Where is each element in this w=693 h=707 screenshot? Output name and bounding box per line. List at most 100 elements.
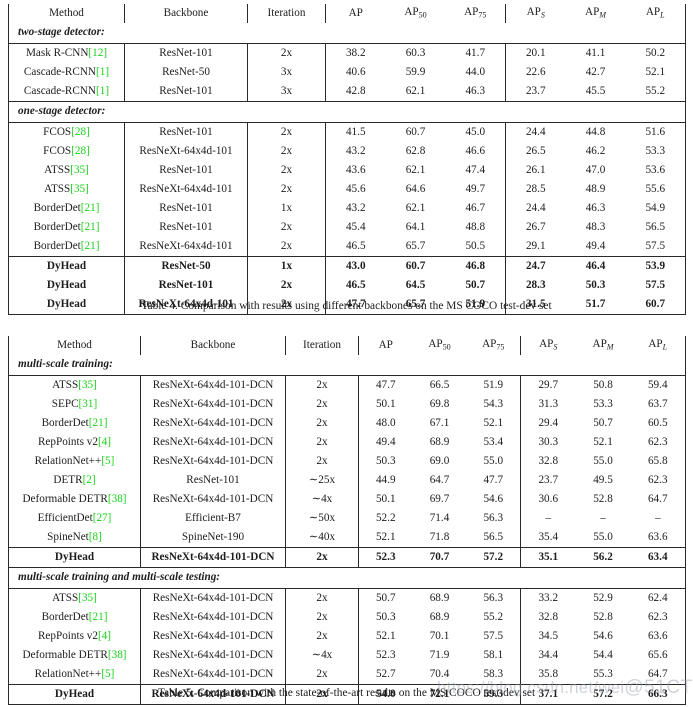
cell-method: SEPC[31] bbox=[8, 395, 141, 414]
cell-ap75: 55.2 bbox=[466, 608, 521, 627]
citation-ref[interactable]: [31] bbox=[79, 398, 98, 410]
citation-ref[interactable]: [27] bbox=[93, 512, 112, 524]
cell-method: BorderDet[21] bbox=[8, 414, 141, 433]
citation-ref[interactable]: [1] bbox=[96, 85, 109, 97]
cell-backbone: ResNeXt-64x4d-101-DCN bbox=[140, 375, 286, 395]
cell-aps: 20.1 bbox=[525, 46, 546, 59]
cell-method: SpineNet[8] bbox=[8, 528, 141, 548]
cell-method: DyHead bbox=[8, 548, 141, 568]
cell-backbone: ResNeXt-64x4d-101 bbox=[124, 237, 248, 257]
cell-iteration: ∼50x bbox=[285, 509, 359, 528]
cell-apm: 55.3 bbox=[593, 667, 613, 680]
cell-ap: 43.6 bbox=[345, 163, 366, 176]
cell-iteration: 2x bbox=[285, 588, 359, 608]
citation-ref[interactable]: [2] bbox=[83, 474, 96, 486]
citation-ref[interactable]: [28] bbox=[71, 145, 90, 157]
cell-apm: 44.8 bbox=[585, 125, 606, 138]
cell-backbone: ResNeXt-64x4d-101-DCN bbox=[140, 433, 286, 452]
citation-ref[interactable]: [5] bbox=[101, 455, 114, 467]
cell-backbone: ResNeXt-64x4d-101-DCN bbox=[140, 414, 286, 433]
citation-ref[interactable]: [4] bbox=[98, 630, 111, 642]
cell-aps: 29.1 bbox=[525, 239, 546, 252]
column-header-ap75: AP75 bbox=[445, 4, 506, 23]
cell-ap: 43.2 bbox=[345, 201, 366, 214]
cell-method: BorderDet[21] bbox=[8, 218, 125, 237]
column-header-backbone: Backbone bbox=[124, 4, 248, 23]
table-row: ATSS[35] ResNeXt-64x4d-101 2x 45.6 64.6 49.7 2… bbox=[8, 180, 686, 199]
cell-iteration: 1x bbox=[247, 199, 326, 218]
cell-apm: 50.3 bbox=[585, 278, 606, 291]
table-row: RepPoints v2[4] ResNeXt-64x4d-101-DCN 2x 52… bbox=[8, 627, 686, 646]
cell-apm: 55.0 bbox=[593, 530, 613, 543]
cell-ap: 43.0 bbox=[345, 259, 366, 272]
citation-ref[interactable]: [38] bbox=[108, 649, 127, 661]
cell-apm: 49.5 bbox=[593, 473, 613, 486]
column-header-backbone: Backbone bbox=[140, 336, 286, 355]
cell-ap75: 46.8 bbox=[445, 257, 506, 276]
citation-ref[interactable]: [38] bbox=[108, 493, 127, 505]
cell-aps: 33.2 bbox=[538, 591, 559, 604]
column-header-iteration: Iteration bbox=[247, 4, 326, 23]
cell-ap75: 50.5 bbox=[445, 237, 506, 257]
paper-page: Method Backbone Iteration AP AP50 AP75 APS APM A… bbox=[0, 0, 693, 707]
citation-ref[interactable]: [35] bbox=[78, 379, 97, 391]
citation-ref[interactable]: [1] bbox=[96, 66, 109, 78]
cell-ap75: 55.0 bbox=[466, 452, 521, 471]
citation-ref[interactable]: [35] bbox=[70, 164, 89, 176]
cell-method: ATSS[35] bbox=[8, 375, 141, 395]
citation-ref[interactable]: [35] bbox=[78, 592, 97, 604]
citation-ref[interactable]: [12] bbox=[88, 47, 107, 59]
cell-apl: 53.6 bbox=[645, 163, 666, 176]
cell-backbone: ResNeXt-64x4d-101 bbox=[124, 180, 248, 199]
cell-aps: 24.4 bbox=[525, 125, 546, 138]
cell-iteration: 2x bbox=[247, 276, 326, 295]
citation-ref[interactable]: [4] bbox=[98, 436, 111, 448]
group-header-row: multi-scale training: bbox=[8, 355, 686, 376]
citation-ref[interactable]: [21] bbox=[89, 417, 108, 429]
cell-apl: 54.9 bbox=[645, 201, 666, 214]
citation-ref[interactable]: [21] bbox=[89, 611, 108, 623]
cell-ap50: 67.1 bbox=[429, 416, 450, 429]
group-title: multi-scale training and multi-scale tes… bbox=[8, 567, 686, 589]
column-header-ap50: AP50 bbox=[404, 6, 427, 20]
cell-backbone: ResNet-101 bbox=[124, 199, 248, 218]
citation-ref[interactable]: [21] bbox=[81, 240, 100, 252]
table-row: Cascade-RCNN[1] ResNet-50 3x 40.6 59.9 44.0 22… bbox=[8, 63, 686, 82]
cell-apl: 62.4 bbox=[647, 591, 668, 604]
citation-ref[interactable]: [5] bbox=[101, 668, 114, 680]
cell-backbone: ResNet-101 bbox=[124, 82, 248, 102]
cell-ap75: 57.2 bbox=[466, 548, 521, 568]
cell-apm: 49.4 bbox=[585, 239, 606, 252]
cell-apm: 41.1 bbox=[585, 46, 606, 59]
cell-ap75: 51.9 bbox=[466, 375, 521, 395]
cell-ap50: 64.6 bbox=[405, 182, 426, 195]
cell-aps: 31.3 bbox=[538, 397, 559, 410]
cell-ap75: 45.0 bbox=[445, 122, 506, 142]
cell-ap75: 46.6 bbox=[445, 142, 506, 161]
cell-aps: 34.4 bbox=[538, 648, 559, 661]
citation-ref[interactable]: [21] bbox=[81, 202, 100, 214]
citation-ref[interactable]: [35] bbox=[70, 183, 89, 195]
cell-ap50: 70.1 bbox=[429, 629, 450, 642]
cell-apl: 53.9 bbox=[645, 259, 666, 272]
cell-apm: 46.4 bbox=[585, 259, 606, 272]
citation-ref[interactable]: [28] bbox=[71, 126, 90, 138]
table-row: ATSS[35] ResNeXt-64x4d-101-DCN 2x 50.7 68.9 5… bbox=[8, 588, 686, 608]
cell-ap50: 65.7 bbox=[405, 239, 426, 252]
cell-apl: 65.8 bbox=[647, 454, 668, 467]
table-row: SpineNet[8] SpineNet-190 ∼40x 52.1 71.8 56.5 3… bbox=[8, 528, 686, 548]
cell-ap75: 56.3 bbox=[466, 509, 521, 528]
cell-backbone: ResNet-101 bbox=[124, 161, 248, 180]
column-header-ap50: AP50 bbox=[428, 338, 451, 352]
cell-ap50: 68.9 bbox=[429, 591, 450, 604]
cell-apm: 46.3 bbox=[585, 201, 606, 214]
group-title: two-stage detector: bbox=[8, 23, 686, 44]
cell-method: RelationNet++[5] bbox=[8, 665, 141, 685]
cell-ap50: 68.9 bbox=[429, 610, 450, 623]
cell-apm: 52.1 bbox=[593, 435, 613, 448]
cell-apl: 63.6 bbox=[647, 530, 668, 543]
citation-ref[interactable]: [21] bbox=[81, 221, 100, 233]
cell-backbone: ResNet-50 bbox=[124, 63, 248, 82]
cell-apl: 59.4 bbox=[647, 378, 668, 391]
citation-ref[interactable]: [8] bbox=[89, 531, 102, 543]
